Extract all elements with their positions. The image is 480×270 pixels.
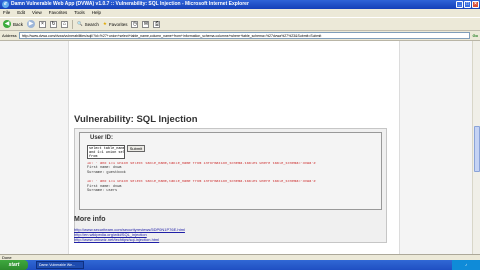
forward-button[interactable]: ▶ (27, 20, 36, 28)
vertical-scrollbar[interactable] (472, 41, 480, 254)
menu-tools[interactable]: Tools (74, 9, 85, 17)
menu-view[interactable]: View (32, 9, 42, 17)
back-arrow-icon: ◀ (3, 20, 11, 28)
home-icon[interactable]: ⌂ (61, 20, 69, 28)
favorites-button[interactable]: ★ Favorites (103, 21, 128, 27)
window-title: Damn Vulnerable Web App (DVWA) v1.0.7 ::… (11, 1, 249, 7)
vulnerability-panel: User ID: select table_name,column_ and 1… (74, 128, 387, 243)
forward-arrow-icon: ▶ (27, 20, 36, 28)
mail-icon[interactable]: ✉ (142, 20, 150, 28)
sqli-form-area: User ID: select table_name,column_ and 1… (79, 132, 382, 210)
scrollbar-thumb[interactable] (474, 126, 480, 172)
query-results: ID: ' and 1=1 union select table_name,ta… (87, 162, 381, 193)
toolbar-separator (72, 19, 74, 29)
minimize-button[interactable]: _ (456, 1, 463, 8)
start-button[interactable]: start (0, 260, 28, 270)
back-label: Back (13, 21, 24, 27)
page-viewport: Vulnerability: SQL Injection User ID: se… (0, 41, 472, 254)
search-icon: 🔍 (77, 21, 83, 26)
userid-label: User ID: (90, 135, 114, 141)
windows-taskbar: start Damn Vulnerable We... ♪ (0, 260, 480, 270)
favorites-label: Favorites (108, 21, 128, 27)
maximize-button[interactable]: □ (464, 1, 471, 8)
result-surname: Surname: users (87, 189, 118, 194)
more-info-links: http://www.securiteam.com/securityreview… (74, 227, 185, 243)
speaker-icon[interactable]: ♪ (465, 262, 467, 267)
go-button[interactable]: Go (472, 33, 478, 38)
star-icon: ★ (102, 21, 107, 26)
more-info-heading: More info (74, 216, 106, 223)
menu-edit[interactable]: Edit (17, 9, 25, 17)
taskbar-item-browser[interactable]: Damn Vulnerable We... (36, 261, 84, 269)
dvwa-page: Vulnerability: SQL Injection User ID: se… (68, 41, 400, 254)
menu-help[interactable]: Help (92, 9, 101, 17)
menu-bar: File Edit View Favorites Tools Help (0, 9, 480, 17)
refresh-icon[interactable]: ↻ (50, 20, 58, 28)
window-controls: _ □ × (456, 1, 479, 8)
menu-file[interactable]: File (3, 9, 10, 17)
submit-button[interactable]: Submit (127, 145, 145, 152)
search-button[interactable]: 🔍 Search (77, 21, 99, 27)
history-icon[interactable]: ◷ (131, 20, 139, 28)
system-tray: ♪ (452, 260, 480, 270)
address-bar: Address http://www.dvwa.com/dvwa/vulnera… (0, 31, 480, 41)
address-label: Address (2, 33, 17, 38)
page-top-area (73, 45, 133, 97)
more-info-link[interactable]: http://www.unixwiz.net/techtips/sql-inje… (74, 237, 185, 243)
window-titlebar: e Damn Vulnerable Web App (DVWA) v1.0.7 … (0, 0, 480, 9)
internet-explorer-icon: e (2, 1, 9, 8)
menu-favorites[interactable]: Favorites (49, 9, 68, 17)
browser-toolbar: ◀ Back ▶ × ↻ ⌂ 🔍 Search ★ Favorites ◷ ✉ … (0, 17, 480, 31)
search-label: Search (84, 21, 99, 27)
print-icon[interactable]: ⎙ (153, 20, 161, 28)
userid-input[interactable]: select table_name,column_ and 1=1 union … (87, 145, 125, 159)
address-input[interactable]: http://www.dvwa.com/dvwa/vulnerabilities… (18, 32, 471, 39)
back-button[interactable]: ◀ Back (3, 20, 23, 28)
close-button[interactable]: × (472, 1, 479, 8)
page-title: Vulnerability: SQL Injection (74, 114, 198, 125)
stop-icon[interactable]: × (39, 20, 47, 28)
